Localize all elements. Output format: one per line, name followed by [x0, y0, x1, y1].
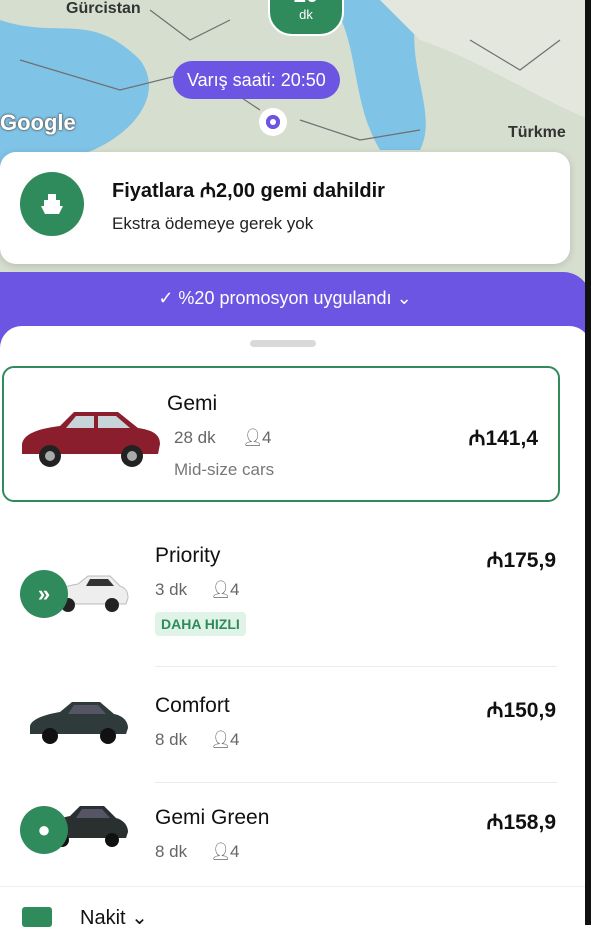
eta-badge: 20 dk [268, 0, 344, 36]
divider [155, 666, 557, 667]
passenger-icon: 👤︎ [210, 730, 232, 749]
priority-fast-icon: » [20, 570, 68, 618]
info-card-subtitle: Ekstra ödemeye gerek yok [112, 214, 314, 233]
promo-text: ✓ %20 promosyon uygulandı ⌄ [158, 288, 412, 308]
arrival-time-pill: Varış saati: 20:50 [173, 61, 340, 99]
ride-name: Gemi Green [155, 806, 270, 829]
ride-price: ₼141,4 [468, 427, 538, 450]
map-label-turkmen: Türkme [508, 124, 566, 141]
ride-name: Comfort [155, 694, 230, 717]
ride-seats: 4 [262, 428, 272, 447]
sedan-dark-icon [30, 702, 128, 744]
ride-seats: 4 [230, 842, 240, 861]
ride-eta: 8 dk [155, 730, 188, 749]
passenger-icon: 👤︎ [210, 580, 232, 599]
ride-option-comfort[interactable]: Comfort 8 dk 👤︎ 4 ₼150,9 [0, 672, 570, 782]
drag-handle[interactable] [250, 340, 316, 347]
ride-eta: 28 dk [174, 428, 216, 447]
map-label-georgia: Gürcistan [66, 0, 141, 17]
ride-options-sheet: Gemi 28 dk 👤︎ 4 Mid-size cars ₼141,4 » P… [0, 326, 591, 925]
ride-price: ₼175,9 [486, 549, 556, 572]
passenger-icon: 👤︎ [210, 842, 232, 861]
passenger-icon: 👤︎ [242, 428, 264, 447]
payment-label: Nakit ⌄ [80, 907, 148, 929]
ride-option-gemi[interactable]: Gemi 28 dk 👤︎ 4 Mid-size cars ₼141,4 [2, 366, 560, 502]
info-card-title: Fiyatlara ₼2,00 gemi dahildir [112, 180, 385, 202]
sedan-red-icon [22, 412, 160, 467]
ride-price: ₼150,9 [486, 699, 556, 722]
eco-leaf-icon: ● [20, 806, 68, 854]
ride-name: Gemi [167, 392, 218, 415]
ride-price: ₼158,9 [486, 811, 556, 834]
eta-unit: dk [299, 7, 313, 22]
payment-selector[interactable]: Nakit ⌄ [0, 886, 591, 929]
faster-tag: DAHA HIZLI [155, 612, 246, 636]
divider [155, 782, 557, 783]
ride-option-gemi-green[interactable]: ● Gemi Green 8 dk 👤︎ 4 ₼158,9 [0, 786, 570, 896]
ride-seats: 4 [230, 730, 240, 749]
ride-category: Mid-size cars [174, 460, 275, 479]
ferry-info-card: Fiyatlara ₼2,00 gemi dahildir Ekstra öde… [0, 152, 570, 264]
ride-seats: 4 [230, 580, 240, 599]
ship-icon [20, 172, 84, 236]
ride-eta: 3 dk [155, 580, 188, 599]
cash-icon [22, 907, 52, 927]
destination-pin-icon [259, 108, 287, 136]
google-logo: Google [0, 110, 76, 135]
screen-edge [585, 0, 591, 925]
ride-name: Priority [155, 544, 221, 567]
ride-option-priority[interactable]: » Priority 3 dk 👤︎ 4 DAHA HIZLI ₼175,9 [0, 516, 570, 656]
ride-eta: 8 dk [155, 842, 188, 861]
